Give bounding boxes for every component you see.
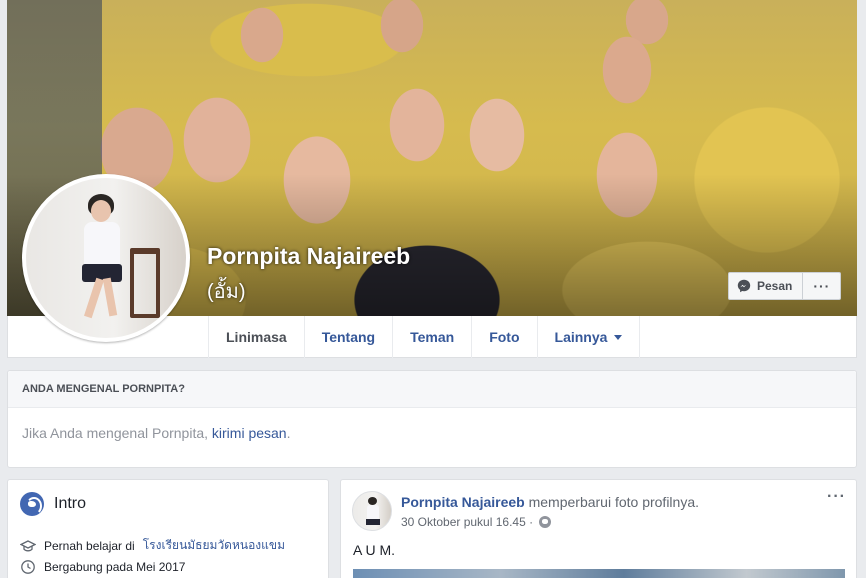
- more-options-button[interactable]: ···: [803, 272, 842, 300]
- intro-joined-text: Bergabung pada Mei 2017: [44, 560, 186, 574]
- message-button[interactable]: Pesan: [728, 272, 804, 300]
- caret-down-icon: [614, 334, 623, 340]
- leg-shape: [84, 277, 104, 319]
- leg-shape: [102, 277, 118, 317]
- graduation-cap-icon: [20, 538, 36, 554]
- intro-header: Intro: [20, 492, 86, 516]
- tab-more[interactable]: Lainnya: [536, 316, 641, 358]
- tab-friends[interactable]: Teman: [392, 316, 471, 358]
- know-person-card: ANDA MENGENAL PORNPITA? Jika Anda mengen…: [7, 370, 857, 468]
- intro-education: Pernah belajar di โรงเรียนมัธยมวัดหนองแข…: [20, 536, 285, 555]
- know-person-period: .: [286, 425, 291, 441]
- profile-picture-image: [26, 178, 186, 338]
- globe-icon: [20, 492, 44, 516]
- send-message-link[interactable]: kirimi pesan: [212, 425, 287, 441]
- post-action-text: memperbarui foto profilnya.: [528, 494, 700, 510]
- tab-photos[interactable]: Foto: [471, 316, 536, 358]
- school-link[interactable]: โรงเรียนมัธยมวัดหนองแขม: [143, 536, 285, 555]
- profile-tabs: Linimasa Tentang Teman Foto Lainnya: [208, 316, 641, 358]
- profile-alternate-name: (อั้ม): [207, 281, 246, 303]
- skirt-shape: [366, 519, 380, 525]
- chair-shape: [130, 248, 160, 318]
- clock-icon: [20, 559, 36, 575]
- profile-picture[interactable]: [22, 174, 190, 342]
- post-meta: 30 Oktober pukul 16.45 ·: [401, 515, 552, 529]
- know-person-body: Jika Anda mengenal Pornpita, kirimi pesa…: [8, 408, 856, 458]
- intro-education-prefix: Pernah belajar di: [44, 538, 135, 553]
- hair-shape: [368, 497, 377, 505]
- post-card: Pornpita Najaireeb memperbarui foto prof…: [340, 479, 857, 578]
- post-options-button[interactable]: ···: [827, 488, 846, 506]
- post-photo[interactable]: [353, 569, 845, 578]
- tab-more-label: Lainnya: [554, 329, 608, 345]
- face-shape: [91, 200, 111, 222]
- post-author-avatar[interactable]: [352, 491, 392, 531]
- messenger-icon: [737, 279, 751, 293]
- post-header: Pornpita Najaireeb memperbarui foto prof…: [401, 494, 699, 510]
- post-timestamp[interactable]: 30 Oktober pukul 16.45 ·: [401, 515, 533, 529]
- tab-about[interactable]: Tentang: [303, 316, 392, 358]
- public-globe-icon: [539, 516, 552, 528]
- intro-card: Intro Pernah belajar di โรงเรียนมัธยมวัด…: [7, 479, 329, 578]
- shirt-shape: [84, 222, 120, 270]
- post-text: A U M.: [353, 542, 396, 558]
- profile-name[interactable]: Pornpita Najaireeb: [207, 243, 410, 270]
- intro-joined: Bergabung pada Mei 2017: [20, 559, 185, 575]
- cover-actions: Pesan ···: [728, 272, 842, 300]
- message-button-label: Pesan: [757, 279, 793, 293]
- intro-title: Intro: [54, 495, 87, 512]
- tab-timeline[interactable]: Linimasa: [208, 316, 304, 358]
- post-author-name[interactable]: Pornpita Najaireeb: [401, 494, 525, 510]
- know-person-text: Jika Anda mengenal Pornpita,: [22, 425, 209, 441]
- know-person-title: ANDA MENGENAL PORNPITA?: [8, 371, 856, 408]
